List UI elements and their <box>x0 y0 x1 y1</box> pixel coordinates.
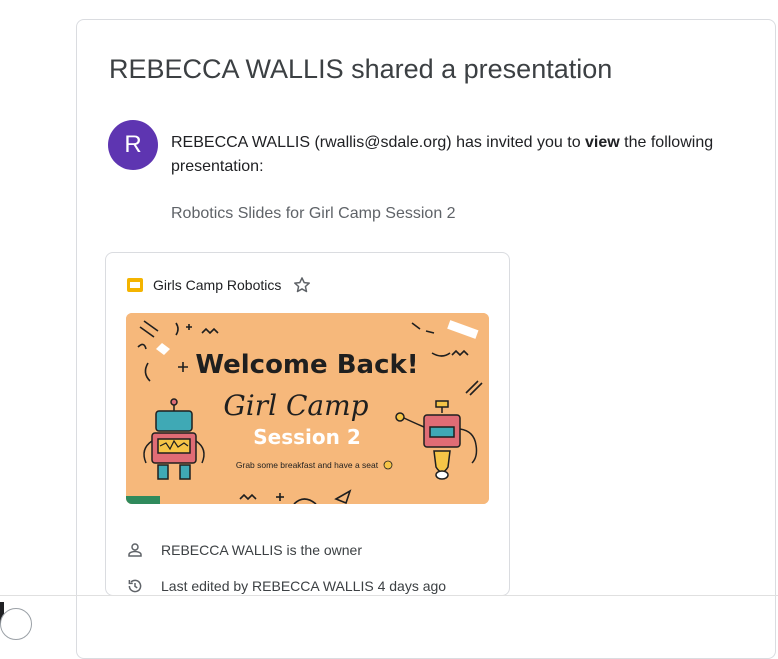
slide-subtitle: Grab some breakfast and have a seat <box>236 460 379 470</box>
slide-script-title: Girl Camp <box>223 389 368 422</box>
footer-divider <box>0 595 778 596</box>
invite-intro: REBECCA WALLIS (rwallis@sdale.org) has i… <box>171 134 586 151</box>
file-title[interactable]: Girls Camp Robotics <box>153 277 281 293</box>
slide-heading: Welcome Back! <box>195 350 418 380</box>
sender-avatar: R <box>108 120 158 170</box>
slide-session-label: Session 2 <box>253 425 361 449</box>
star-outline-icon[interactable] <box>292 275 312 295</box>
slide-thumbnail[interactable]: Welcome Back! Girl Camp Session 2 Grab s… <box>126 313 489 504</box>
email-headline: REBECCA WALLIS shared a presentation <box>109 54 613 84</box>
slide-footer-tag <box>126 496 160 504</box>
shared-document-name: Robotics Slides for Girl Camp Session 2 <box>171 205 456 222</box>
invite-message: REBECCA WALLIS (rwallis@sdale.org) has i… <box>171 131 751 179</box>
add-button[interactable] <box>0 608 32 640</box>
owner-row: REBECCA WALLIS is the owner <box>126 541 362 559</box>
permission-level: view <box>585 134 620 151</box>
history-icon <box>126 577 144 595</box>
email-body: REBECCA WALLIS shared a presentation R R… <box>76 19 776 659</box>
google-slides-icon <box>126 276 144 294</box>
smile-emoji-icon <box>383 460 393 470</box>
person-icon <box>126 541 144 559</box>
last-edited-row: Last edited by REBECCA WALLIS 4 days ago <box>126 577 446 595</box>
owner-text: REBECCA WALLIS is the owner <box>161 542 363 558</box>
file-preview-header: Girls Camp Robotics <box>126 275 312 295</box>
file-preview-card[interactable]: Girls Camp Robotics Welcome Back! Girl C… <box>105 252 510 596</box>
last-edited-text: Last edited by REBECCA WALLIS 4 days ago <box>161 578 447 594</box>
